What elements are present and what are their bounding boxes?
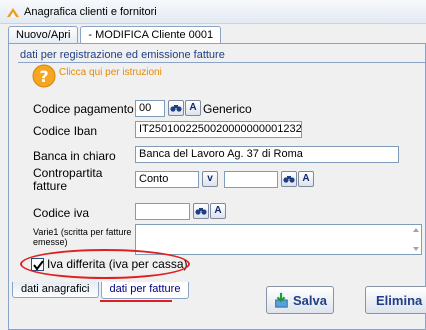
- lookup-a-iva-button[interactable]: A: [210, 203, 226, 219]
- bottom-tab-strip: dati anagrafici dati per fatture: [12, 282, 191, 299]
- search-iva-button[interactable]: [193, 203, 209, 219]
- codice-pagamento-label: Codice pagamento: [33, 102, 134, 116]
- contropartita-select[interactable]: Conto: [135, 171, 199, 188]
- section-divider: [18, 62, 426, 63]
- tab-dati-per-fatture[interactable]: dati per fatture: [100, 282, 190, 299]
- search-contropartita-button[interactable]: [281, 171, 297, 187]
- codice-iva-label: Codice iva: [33, 206, 90, 220]
- elimina-label: Elimina: [376, 292, 423, 308]
- annotation-ellipse: [20, 249, 190, 279]
- textarea-scroll-arrows-icon[interactable]: [410, 224, 422, 255]
- varie1-textarea[interactable]: [135, 224, 422, 255]
- codice-iban-label: Codice Iban: [33, 124, 98, 138]
- search-pagamento-button[interactable]: [168, 100, 184, 116]
- top-tab-strip: Nuovo/Apri - MODIFICA Cliente 0001: [8, 26, 223, 44]
- contropartita-label-line1: Contropartita: [33, 166, 103, 180]
- codice-iban-input[interactable]: IT2501002250020000000001232: [135, 121, 302, 138]
- contropartita-dropdown-button[interactable]: v: [202, 171, 218, 187]
- salva-button[interactable]: Salva: [266, 286, 334, 314]
- annotation-underline: [100, 300, 172, 302]
- binoculars-icon: [283, 176, 295, 183]
- elimina-button[interactable]: Elimina: [365, 286, 426, 314]
- binoculars-icon: [195, 208, 207, 215]
- lookup-a-pagamento-button[interactable]: A: [185, 100, 201, 116]
- banca-input[interactable]: Banca del Lavoro Ag. 37 di Roma: [135, 146, 399, 163]
- app-logo-icon: [7, 7, 19, 17]
- binoculars-icon: [170, 105, 182, 112]
- help-link[interactable]: ? Clicca qui per istruzioni: [32, 64, 162, 88]
- lookup-a-contropartita-button[interactable]: A: [298, 171, 314, 187]
- codice-pagamento-description: Generico: [203, 102, 252, 116]
- varie1-label-line2: emesse): [33, 237, 68, 247]
- codice-iva-input[interactable]: [135, 203, 190, 220]
- help-text[interactable]: Clicca qui per istruzioni: [59, 67, 162, 78]
- tab-nuovo-apri[interactable]: Nuovo/Apri: [8, 26, 79, 43]
- contropartita-account-input[interactable]: [224, 171, 278, 188]
- window-titlebar: Anagrafica clienti e fornitori: [0, 0, 426, 24]
- banca-label: Banca in chiaro: [33, 149, 116, 163]
- contropartita-label-line2: fatture: [33, 179, 68, 193]
- codice-pagamento-input[interactable]: 00: [135, 100, 165, 117]
- window-title: Anagrafica clienti e fornitori: [24, 5, 157, 18]
- question-mark-icon[interactable]: ?: [32, 64, 56, 88]
- tab-modifica-cliente[interactable]: - MODIFICA Cliente 0001: [80, 26, 222, 44]
- section-title: dati per registrazione ed emissione fatt…: [20, 49, 225, 61]
- varie1-label-line1: Varie1 (scritta per fatture: [33, 227, 132, 237]
- tab-dati-anagrafici[interactable]: dati anagrafici: [12, 282, 99, 298]
- salva-label: Salva: [293, 292, 327, 308]
- save-icon: [275, 292, 288, 308]
- svg-text:?: ?: [39, 67, 48, 86]
